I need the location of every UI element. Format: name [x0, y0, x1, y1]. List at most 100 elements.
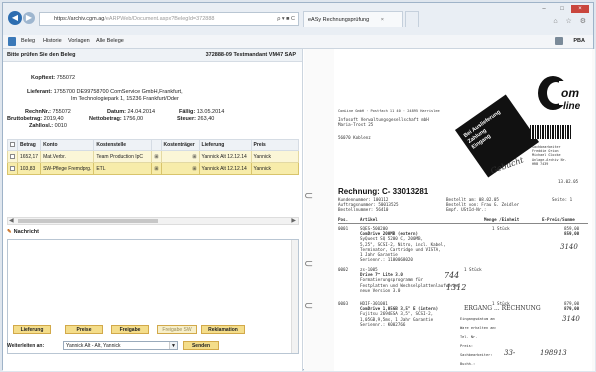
- cell-kostenstelle-picker-icon[interactable]: ⊞: [151, 162, 162, 175]
- reklamation-button[interactable]: Reklamation: [201, 325, 245, 334]
- address-icons[interactable]: ρ ▾ ■ C: [277, 13, 295, 25]
- brutto-label: Bruttobetrag:: [7, 116, 43, 122]
- lieferung-button[interactable]: Lieferung: [13, 325, 51, 334]
- document-reference: 372888-09 Testmandant VM47 SAP: [205, 52, 296, 58]
- receipt-grid-label: Buchh.:: [460, 362, 476, 366]
- header-spacer: [151, 139, 162, 151]
- back-button[interactable]: ◀: [8, 11, 22, 25]
- sender-info-5: HRB 7439: [532, 161, 549, 166]
- close-icon[interactable]: ×: [571, 5, 589, 13]
- meta-left: Kundennummer: 100112 Auftragsnummer: 500…: [338, 197, 399, 213]
- menu-alle-belege[interactable]: Alle Belege: [96, 38, 124, 44]
- new-tab-button[interactable]: [405, 11, 419, 27]
- zahllos-row: Zahllosl.: 0010: [29, 123, 67, 129]
- header-kostenstelle[interactable]: Kostenstelle: [93, 139, 153, 151]
- weiterleiten-value: Yannick Alt - Alt, Yannick: [66, 343, 121, 349]
- datum-label: Datum:: [107, 109, 126, 115]
- item-summe: 879,00: [564, 306, 580, 311]
- chevron-down-icon[interactable]: ▼: [169, 342, 177, 349]
- menu-beleg[interactable]: Beleg: [21, 38, 35, 44]
- header-kostentraeger[interactable]: Kostenträger: [160, 139, 200, 151]
- forward-button[interactable]: ▶: [23, 12, 35, 24]
- lieferant-label: Lieferant:: [27, 89, 53, 95]
- item-description: HDIF-301001 ComDrive 1,05GB 3,5" E (inte…: [360, 301, 438, 327]
- ustid: Empf. UStId-Nr.:: [446, 207, 487, 213]
- row-checkbox-cell[interactable]: [7, 150, 18, 163]
- binder-clip-icon: ⊂: [304, 300, 314, 312]
- cell-konto[interactable]: SW-Pflege Fremdprg.: [40, 162, 95, 175]
- invoice-heading: Rechnung: C- 33013281: [338, 187, 429, 196]
- browser-tools-icons[interactable]: ⌂ ☆ ⚙: [553, 17, 589, 25]
- item-pos: 0002: [338, 267, 349, 272]
- document-viewer[interactable]: ⊂ ⊂ ⊂ om line ComLine GmbH · Postfach 11…: [304, 49, 595, 371]
- invoice-scan: om line ComLine GmbH · Postfach 11 40 · …: [334, 49, 592, 371]
- menu-vorlagen[interactable]: Vorlagen: [68, 38, 90, 44]
- cell-kostentraeger[interactable]: ⊞: [160, 150, 200, 163]
- cell-kostenstelle-picker-icon[interactable]: ⊞: [151, 150, 162, 163]
- svg-text:line: line: [563, 101, 581, 112]
- meta-mid: Bestellt am: 08.02.05 Bestellt von: Frau…: [446, 197, 519, 213]
- scroll-left-icon[interactable]: ◀: [9, 217, 14, 224]
- cell-kostenstelle[interactable]: Team Production IpC: [93, 150, 153, 163]
- kopftext-row: Kopftext: 755072: [31, 75, 75, 81]
- cell-kostentraeger[interactable]: ⊞: [160, 162, 200, 175]
- header-konto[interactable]: Konto: [40, 139, 95, 151]
- textarea-scrollbar[interactable]: [291, 240, 298, 353]
- receipt-grid-label: Ware erhalten am:: [460, 326, 497, 330]
- netto-row: Nettobetrag: 1756,00: [89, 116, 143, 122]
- scroll-right-icon[interactable]: ▶: [291, 217, 296, 224]
- address-bar[interactable]: https://archiv.cgm.ag/eARPWeb/Document.a…: [39, 12, 299, 26]
- header-lieferung[interactable]: Lieferung: [198, 139, 252, 151]
- preise-button[interactable]: Preise: [65, 325, 103, 334]
- header-preis[interactable]: Preis: [250, 139, 300, 151]
- bestellnummer: Bestellnummer: 56410: [338, 207, 389, 213]
- handwritten-note: 3140: [560, 243, 578, 251]
- pencil-icon: ✎: [7, 229, 12, 235]
- minimize-icon[interactable]: –: [537, 5, 551, 13]
- nachricht-textarea[interactable]: [7, 239, 299, 354]
- table-row[interactable]: 1652,17 Mat.Verbr. Team Production IpC ⊞…: [7, 150, 300, 163]
- zahllos-label: Zahllosl.:: [29, 123, 54, 129]
- datum-row: Datum: 24.04.2014: [107, 109, 155, 115]
- row-checkbox-cell[interactable]: [7, 162, 18, 175]
- freigabe-button[interactable]: Freigabe: [111, 325, 149, 334]
- weiterleiten-label: Weiterleiten an:: [7, 343, 45, 349]
- faellig-label: Fällig:: [179, 109, 196, 115]
- handwritten-note: 3140: [562, 315, 580, 323]
- tab-close-icon[interactable]: ×: [381, 17, 384, 23]
- cell-konto[interactable]: Mat.Verbr.: [40, 150, 95, 163]
- invoice-date: 13.02.05: [558, 179, 579, 184]
- user-icon: [555, 37, 563, 45]
- table-horizontal-scrollbar[interactable]: ◀ ▶: [7, 217, 299, 225]
- sender-line: ComLine GmbH · Postfach 11 40 · 24895 Ha…: [338, 109, 440, 113]
- header-select[interactable]: [7, 139, 18, 151]
- select-all-checkbox[interactable]: [10, 142, 15, 148]
- item-summe: 859,00: [564, 231, 580, 236]
- tab-label: eASy Rechnungsprüfung: [308, 17, 370, 23]
- rechnr-label: RechnNr.:: [25, 109, 51, 115]
- header-betrag[interactable]: Betrag: [16, 139, 42, 151]
- cell-betrag: 1652,17: [16, 150, 42, 163]
- cell-kostenstelle[interactable]: ETL: [93, 162, 153, 175]
- tab-easy-rechnungspruefung[interactable]: eASy Rechnungsprüfung ×: [303, 11, 403, 27]
- maximize-icon[interactable]: □: [555, 5, 569, 13]
- table-row[interactable]: 103,83 SW-Pflege Fremdprg. ETL ⊞ ⊞ Yanni…: [7, 162, 300, 175]
- row-checkbox[interactable]: [10, 153, 15, 159]
- item-menge: 1 Stück: [464, 267, 482, 272]
- kopftext-value: 755072: [56, 75, 76, 81]
- scrollbar-thumb[interactable]: [18, 219, 158, 223]
- senden-button[interactable]: Senden: [183, 341, 219, 350]
- weiterleiten-select[interactable]: Yannick Alt - Alt, Yannick ▼: [63, 341, 178, 350]
- item-line: Fujitsu 2694ESA 3,5", SCSI-2,: [360, 311, 434, 317]
- user-label[interactable]: PBA: [573, 38, 585, 44]
- menu-historie[interactable]: Historie: [43, 38, 62, 44]
- handwritten-note: 33-: [504, 349, 516, 357]
- rechnr-row: RechnNr.: 755072: [25, 109, 71, 115]
- steuer-value: 263,40: [197, 116, 215, 122]
- freigabe-sw-button[interactable]: Freigabe SW: [157, 325, 197, 334]
- row-checkbox[interactable]: [10, 165, 15, 171]
- rechnr-value: 755072: [52, 109, 71, 115]
- sender-info: Sachbearbeiter Freddie Orion Michael Glo…: [532, 145, 567, 166]
- receipt-grid-label: Preis:: [460, 344, 473, 348]
- receipt-grid-label: Sachbearbeiter:: [460, 353, 493, 357]
